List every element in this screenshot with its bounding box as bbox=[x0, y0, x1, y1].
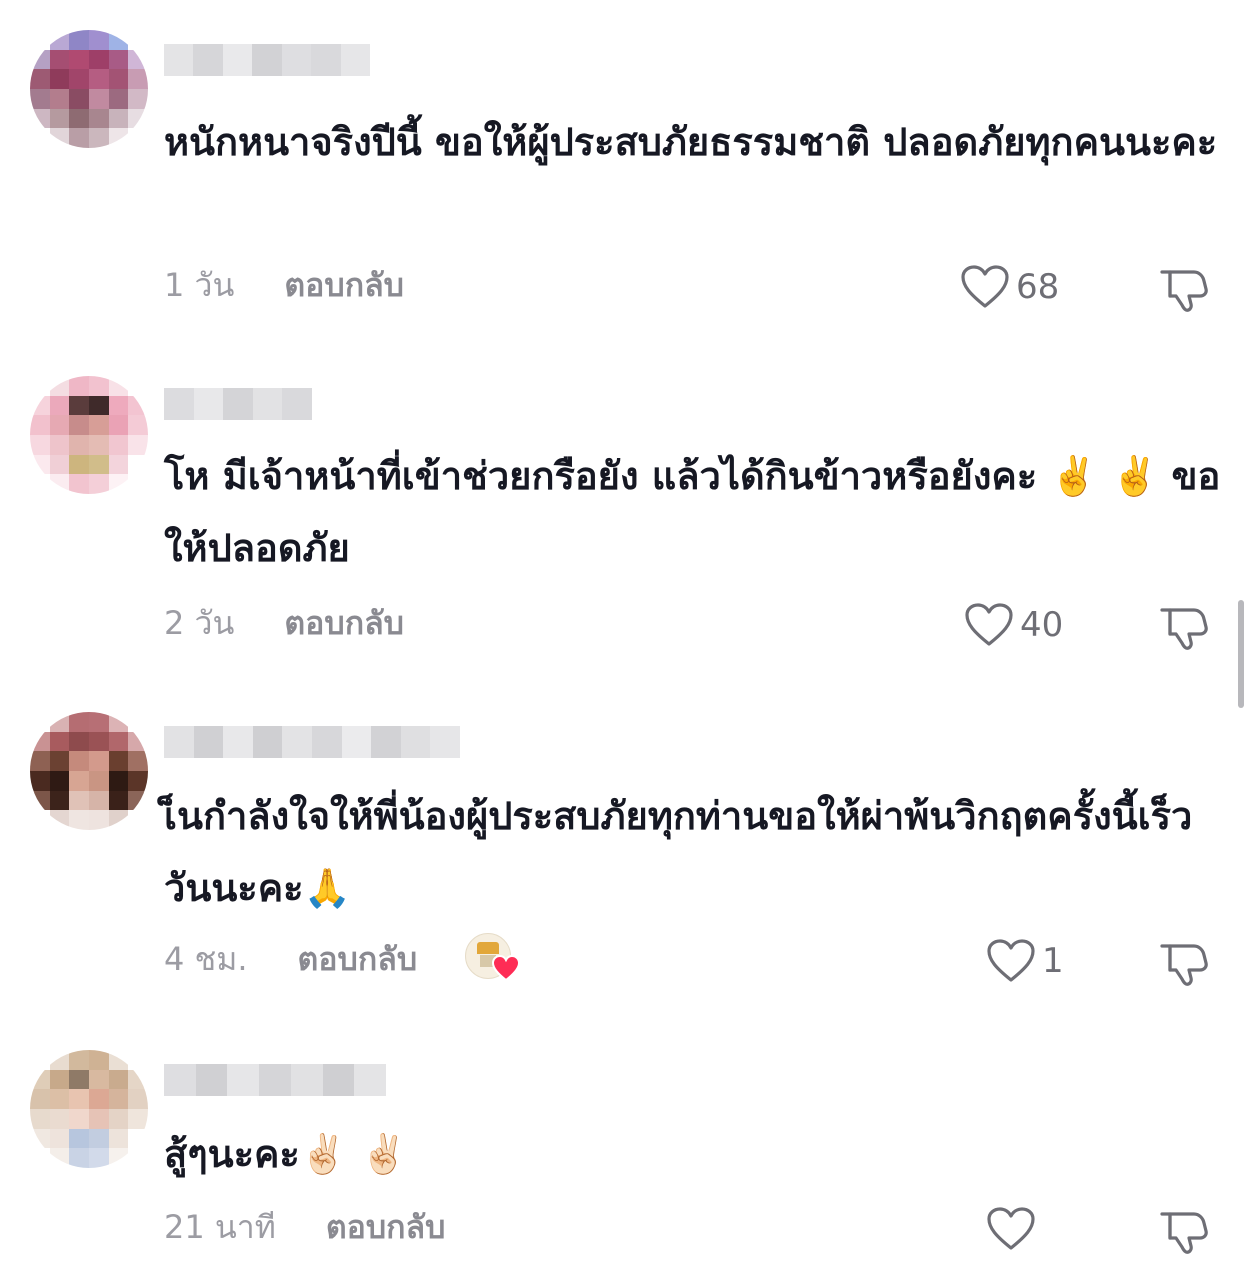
reply-button[interactable]: ตอบกลับ bbox=[284, 260, 404, 311]
thumbs-down-outline-icon bbox=[1160, 270, 1208, 312]
username-redacted[interactable] bbox=[164, 726, 460, 758]
thumbs-down-outline-icon bbox=[1160, 1212, 1208, 1254]
like-count: 40 bbox=[1020, 605, 1064, 645]
comment-text: สู้ๆนะคะ✌🏻 ✌🏻 bbox=[164, 1132, 408, 1176]
reply-button[interactable]: ตอบกลับ bbox=[298, 934, 418, 985]
dislike-button[interactable] bbox=[1156, 262, 1210, 312]
comment-text: หนักหนาจริงปีนี้ ขอให้ผู้ประสบภัยธรรมชาต… bbox=[164, 120, 1218, 164]
comment-time: 4 ชม. bbox=[164, 939, 248, 978]
comment-time: 2 วัน bbox=[164, 603, 235, 642]
creator-liked-heart-icon bbox=[492, 954, 521, 982]
heart-outline-icon bbox=[961, 265, 1009, 308]
thumbs-down-outline-icon bbox=[1160, 944, 1208, 986]
like-button[interactable]: 40 bbox=[964, 600, 1063, 650]
reply-button[interactable]: ตอบกลับ bbox=[326, 1202, 446, 1253]
comment-meta: 4 ชม. ตอบกลับ bbox=[164, 933, 521, 985]
like-count: 1 bbox=[1042, 941, 1064, 981]
creator-liked-badge bbox=[465, 933, 521, 985]
avatar[interactable] bbox=[30, 1050, 148, 1168]
comment-meta: 2 วัน ตอบกลับ bbox=[164, 598, 404, 648]
like-button[interactable]: 68 bbox=[960, 262, 1059, 312]
comment-meta: 1 วัน ตอบกลับ bbox=[164, 260, 404, 310]
username-redacted[interactable] bbox=[164, 1064, 386, 1096]
username-redacted[interactable] bbox=[164, 388, 312, 420]
comment-text: โห มีเจ้าหน้าที่เข้าช่วยกรือยัง แล้วได้ก… bbox=[164, 454, 1221, 570]
comment-time: 1 วัน bbox=[164, 265, 235, 304]
heart-outline-icon bbox=[965, 603, 1013, 646]
thumbs-down-outline-icon bbox=[1160, 608, 1208, 650]
username-redacted[interactable] bbox=[164, 44, 370, 76]
comment-text: เ็นกำลังใจให้พี่น้องผู้ประสบภัยทุกท่านขอ… bbox=[164, 794, 1193, 910]
dislike-button[interactable] bbox=[1156, 600, 1210, 650]
dislike-button[interactable] bbox=[1156, 936, 1210, 986]
avatar[interactable] bbox=[30, 30, 148, 148]
avatar[interactable] bbox=[30, 712, 148, 830]
scrollbar[interactable] bbox=[1238, 600, 1244, 708]
comment-meta: 21 นาที ตอบกลับ bbox=[164, 1202, 445, 1252]
avatar[interactable] bbox=[30, 376, 148, 494]
reply-button[interactable]: ตอบกลับ bbox=[284, 598, 404, 649]
heart-outline-icon bbox=[987, 939, 1035, 982]
like-count: 68 bbox=[1016, 267, 1060, 307]
heart-outline-icon bbox=[987, 1207, 1035, 1250]
like-button[interactable]: 1 bbox=[986, 936, 1064, 986]
comment-time: 21 นาที bbox=[164, 1207, 276, 1246]
like-button[interactable] bbox=[986, 1204, 1042, 1254]
dislike-button[interactable] bbox=[1156, 1204, 1210, 1254]
